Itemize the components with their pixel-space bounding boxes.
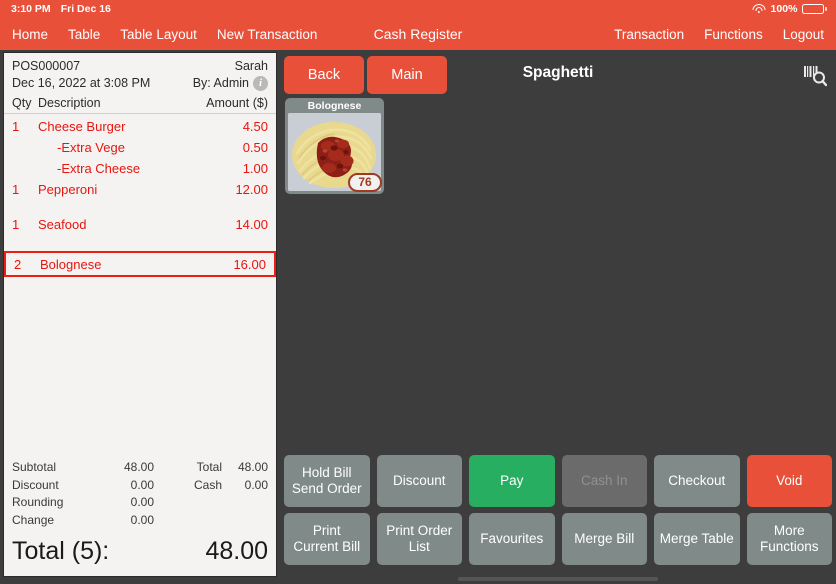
more-functions-button[interactable]: More Functions bbox=[746, 513, 832, 565]
receipt-item-list: 1 Cheese Burger 4.50 -Extra Vege 0.50 -E… bbox=[4, 114, 276, 455]
battery-percent-label: 100% bbox=[770, 3, 798, 15]
category-title: Spaghetti bbox=[522, 64, 594, 81]
hold-bill-send-order-button[interactable]: Hold Bill Send Order bbox=[284, 455, 370, 507]
cash-in-button: Cash In bbox=[561, 455, 647, 507]
receipt-row-modifier[interactable]: -Extra Cheese 1.00 bbox=[4, 158, 276, 179]
pos-app-screen: 3:10 PM Fri Dec 16 100% Home Table Table… bbox=[0, 0, 836, 584]
grand-total-row: Total (5): 48.00 bbox=[4, 529, 276, 576]
grand-total-label: Total (5): bbox=[12, 537, 110, 565]
status-date: Fri Dec 16 bbox=[60, 3, 111, 15]
rounding-value: 0.00 bbox=[130, 495, 154, 509]
row-description: -Extra Cheese bbox=[57, 160, 141, 176]
nav-item-home[interactable]: Home bbox=[12, 27, 48, 42]
row-qty: 2 bbox=[14, 256, 22, 272]
barcode-scan-icon[interactable] bbox=[803, 65, 828, 87]
row-description: Bolognese bbox=[40, 256, 102, 272]
home-indicator bbox=[458, 577, 658, 581]
row-qty: 1 bbox=[12, 118, 20, 134]
discount-value: 0.00 bbox=[130, 477, 154, 492]
receipt-row-item[interactable]: 1 Seafood 14.00 bbox=[4, 214, 276, 235]
order-datetime: Dec 16, 2022 at 3:08 PM bbox=[12, 76, 151, 90]
info-icon[interactable]: i bbox=[253, 76, 268, 91]
row-amount: 14.00 bbox=[235, 216, 268, 232]
row-qty: 1 bbox=[12, 216, 20, 232]
receipt-row-item[interactable]: 1 Cheese Burger 4.50 bbox=[4, 116, 276, 137]
row-description: Pepperoni bbox=[38, 181, 98, 197]
void-button[interactable]: Void bbox=[746, 455, 832, 507]
print-order-list-button[interactable]: Print Order List bbox=[376, 513, 462, 565]
cash-label: Cash bbox=[193, 477, 222, 492]
column-header-description: Description bbox=[38, 96, 101, 110]
subtotal-label: Subtotal bbox=[12, 460, 57, 474]
discount-button[interactable]: Discount bbox=[376, 455, 462, 507]
print-current-bill-button[interactable]: Print Current Bill bbox=[284, 513, 370, 565]
operator-label: By: Admin bbox=[192, 76, 249, 90]
customer-name: Sarah bbox=[234, 59, 268, 73]
subtotal-value: 48.00 bbox=[123, 460, 154, 474]
rounding-label: Rounding bbox=[12, 495, 64, 509]
row-amount: 4.50 bbox=[242, 118, 268, 134]
product-card-bolognese[interactable]: Bolognese 76 bbox=[285, 98, 384, 194]
row-amount: 0.50 bbox=[242, 139, 268, 155]
ios-status-bar: 3:10 PM Fri Dec 16 100% bbox=[0, 0, 836, 18]
row-description: Cheese Burger bbox=[38, 118, 126, 134]
receipt-row-spacer bbox=[4, 200, 276, 214]
receipt-summary: Subtotal 48.00 Total 48.00 Discount 0.00… bbox=[4, 455, 276, 529]
nav-item-functions[interactable]: Functions bbox=[704, 27, 763, 42]
column-header-qty: Qty bbox=[12, 96, 32, 110]
menu-panel: Back Main Spaghetti Bolognese 76 Hold Bi… bbox=[280, 52, 836, 584]
row-amount: 12.00 bbox=[235, 181, 268, 197]
merge-bill-button[interactable]: Merge Bill bbox=[561, 513, 647, 565]
row-description: Seafood bbox=[38, 216, 87, 232]
wifi-icon bbox=[752, 4, 766, 14]
change-value: 0.00 bbox=[130, 512, 154, 527]
receipt-column-headers: Qty Description Amount ($) bbox=[4, 92, 276, 114]
status-time: 3:10 PM bbox=[11, 3, 51, 15]
receipt-row-spacer bbox=[4, 235, 276, 249]
receipt-row-modifier[interactable]: -Extra Vege 0.50 bbox=[4, 137, 276, 158]
nav-item-logout[interactable]: Logout bbox=[783, 27, 824, 42]
favourites-button[interactable]: Favourites bbox=[469, 513, 555, 565]
grand-total-value: 48.00 bbox=[205, 537, 268, 565]
receipt-header: POS000007 Sarah Dec 16, 2022 at 3:08 PM … bbox=[4, 53, 276, 92]
cash-value: 0.00 bbox=[244, 477, 268, 492]
order-id: POS000007 bbox=[12, 59, 81, 73]
nav-item-transaction[interactable]: Transaction bbox=[614, 27, 684, 42]
change-label: Change bbox=[12, 512, 55, 527]
discount-label: Discount bbox=[12, 477, 59, 492]
battery-icon bbox=[802, 4, 827, 14]
nav-item-table[interactable]: Table bbox=[68, 27, 100, 42]
row-amount: 16.00 bbox=[233, 256, 266, 272]
column-header-amount: Amount ($) bbox=[206, 96, 268, 110]
nav-right-group: Transaction Functions Logout bbox=[614, 27, 824, 42]
product-quantity-badge: 76 bbox=[348, 173, 382, 192]
row-amount: 1.00 bbox=[242, 160, 268, 176]
nav-left-group: Home Table Table Layout New Transaction bbox=[12, 27, 317, 42]
action-button-panel: Hold Bill Send Order Discount Pay Cash In… bbox=[280, 455, 836, 571]
nav-item-table-layout[interactable]: Table Layout bbox=[120, 27, 197, 42]
receipt-panel: POS000007 Sarah Dec 16, 2022 at 3:08 PM … bbox=[3, 52, 277, 577]
menu-toolbar: Back Main Spaghetti bbox=[280, 52, 836, 100]
main-navigation-bar: Home Table Table Layout New Transaction … bbox=[0, 18, 836, 50]
row-description: -Extra Vege bbox=[57, 139, 125, 155]
total-value: 48.00 bbox=[237, 460, 268, 474]
action-row-1: Hold Bill Send Order Discount Pay Cash In… bbox=[280, 455, 836, 507]
product-name: Bolognese bbox=[307, 100, 362, 112]
total-label: Total bbox=[196, 460, 222, 474]
action-row-2: Print Current Bill Print Order List Favour… bbox=[280, 513, 836, 565]
checkout-button[interactable]: Checkout bbox=[654, 455, 740, 507]
pay-button[interactable]: Pay bbox=[469, 455, 555, 507]
receipt-row-item[interactable]: 1 Pepperoni 12.00 bbox=[4, 179, 276, 200]
merge-table-button[interactable]: Merge Table bbox=[654, 513, 740, 565]
receipt-row-item-selected[interactable]: 2 Bolognese 16.00 bbox=[4, 251, 276, 277]
row-qty: 1 bbox=[12, 181, 20, 197]
nav-item-new-transaction[interactable]: New Transaction bbox=[217, 27, 318, 42]
product-grid: Bolognese 76 bbox=[280, 96, 836, 501]
